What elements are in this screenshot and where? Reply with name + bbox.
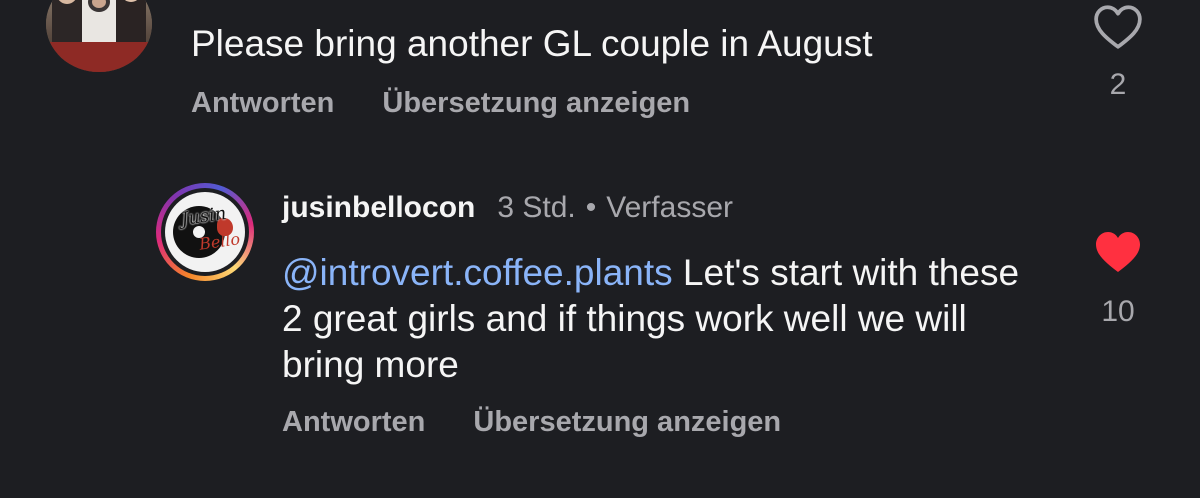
like-count: 10 xyxy=(1101,295,1135,328)
reply-button[interactable]: Antworten xyxy=(191,84,334,122)
show-translation-button[interactable]: Übersetzung anzeigen xyxy=(382,84,690,122)
comments-thread: Please bring another GL couple in August… xyxy=(0,0,1200,498)
like-heart-outline-icon[interactable] xyxy=(1093,4,1143,50)
comment-actions: Antworten Übersetzung anzeigen xyxy=(282,403,781,441)
username-link[interactable]: jusinbellocon xyxy=(282,188,475,228)
avatar-logo-text-2: Bello xyxy=(197,229,242,254)
comment-actions: Antworten Übersetzung anzeigen xyxy=(191,84,690,122)
comment-text: Please bring another GL couple in August xyxy=(191,23,873,64)
meta-separator: • xyxy=(585,191,597,224)
author-badge: Verfasser xyxy=(606,191,733,224)
reply-button[interactable]: Antworten xyxy=(282,403,425,441)
mention-link[interactable]: @introvert.coffee.plants xyxy=(282,252,673,293)
comment-header: jusinbellocon 3 Std. • Verfasser xyxy=(282,188,733,228)
author-avatar[interactable]: Jusin Bello xyxy=(156,183,254,281)
like-count: 2 xyxy=(1109,68,1127,101)
commenter-avatar[interactable] xyxy=(46,0,152,72)
comment-timestamp: 3 Std. xyxy=(497,191,576,224)
like-heart-filled-icon[interactable] xyxy=(1094,230,1142,274)
comment-text: @introvert.coffee.plants Let's start wit… xyxy=(282,250,1022,388)
show-translation-button[interactable]: Übersetzung anzeigen xyxy=(473,403,781,441)
